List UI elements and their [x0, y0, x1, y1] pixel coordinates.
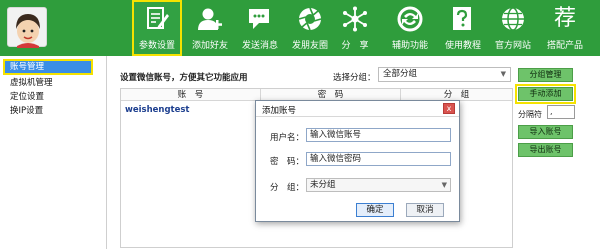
- add-account-dialog: 添加账号 x 用户名： 输入微信账号 密 码： 输入微信密码 分 组： 未分组 …: [255, 100, 460, 222]
- toolbar-send-message[interactable]: 发送消息: [237, 0, 283, 56]
- globe-icon: [502, 7, 524, 31]
- tree-item-location-settings[interactable]: 定位设置: [0, 90, 106, 104]
- toolbar-label: 发朋友圈: [291, 41, 328, 51]
- tree-item-account-management[interactable]: 账号管理: [3, 59, 93, 75]
- username-label: 用户名：: [270, 133, 305, 143]
- column-header-account[interactable]: 账 号: [121, 89, 261, 101]
- close-icon[interactable]: x: [443, 103, 455, 114]
- toolbar-params-settings[interactable]: 参数设置: [132, 0, 182, 56]
- separator-label: 分隔符: [518, 110, 542, 119]
- chevron-down-icon: ▼: [500, 70, 506, 78]
- cancel-button[interactable]: 取消: [406, 203, 444, 217]
- toolbar-share[interactable]: 分 享: [335, 0, 375, 56]
- left-tree: 账号管理 虚拟机管理 定位设置 换IP设置: [0, 56, 107, 249]
- group-label: 分 组：: [270, 183, 305, 193]
- manual-add-button[interactable]: 手动添加: [515, 84, 576, 104]
- top-toolbar: 参数设置 添加好友 发送消息 发朋友圈 分 享 辅助功能 使用教程 官方网站 荐…: [0, 0, 600, 56]
- group-filter-value: 全部分组: [383, 69, 418, 79]
- toolbar-assist-functions[interactable]: 辅助功能: [386, 0, 434, 56]
- export-accounts-button[interactable]: 导出账号: [518, 143, 573, 157]
- document-pencil-icon: [147, 7, 169, 29]
- ok-button[interactable]: 确定: [356, 203, 394, 217]
- toolbar-label: 参数设置: [138, 41, 175, 51]
- group-manage-button[interactable]: 分组管理: [518, 68, 573, 82]
- toolbar-bundled-products[interactable]: 荐 搭配产品: [540, 0, 590, 56]
- toolbar-post-moments[interactable]: 发朋友圈: [287, 0, 333, 56]
- dialog-title-bar[interactable]: 添加账号 x: [256, 101, 459, 117]
- add-user-icon: [198, 8, 222, 30]
- group-select-value: 未分组: [310, 180, 336, 190]
- toolbar-add-friend[interactable]: 添加好友: [187, 0, 233, 56]
- share-network-icon: [343, 6, 367, 32]
- import-accounts-button[interactable]: 导入账号: [518, 125, 573, 139]
- tree-item-vm-management[interactable]: 虚拟机管理: [0, 76, 106, 90]
- dialog-title: 添加账号: [262, 106, 297, 116]
- toolbar-label: 官方网站: [494, 41, 531, 51]
- group-filter-select[interactable]: 全部分组 ▼: [378, 67, 511, 82]
- table-row-account[interactable]: weishengtest: [125, 105, 190, 115]
- toolbar-label: 发送消息: [241, 41, 278, 51]
- password-label: 密 码：: [270, 157, 305, 167]
- user-avatar-icon: [16, 14, 40, 48]
- page-hint: 设置微信账号，方便其它功能应用: [120, 73, 248, 83]
- toolbar-label: 添加好友: [191, 41, 228, 51]
- password-field[interactable]: 输入微信密码: [306, 152, 451, 166]
- chevron-down-icon: ▼: [441, 181, 447, 189]
- toolbar-label: 使用教程: [444, 41, 481, 51]
- logo-character-icon: 荐: [553, 6, 577, 31]
- help-question-icon: [453, 7, 471, 30]
- toolbar-official-site[interactable]: 官方网站: [490, 0, 536, 56]
- toolbar-label: 搭配产品: [546, 41, 583, 51]
- group-filter-label: 选择分组：: [333, 73, 376, 83]
- username-field[interactable]: 输入微信账号: [306, 128, 451, 142]
- toolbar-tutorial[interactable]: 使用教程: [440, 0, 486, 56]
- chat-bubble-icon: [249, 9, 269, 29]
- avatar[interactable]: [7, 7, 47, 48]
- toolbar-label: 分 享: [341, 41, 369, 51]
- separator-input[interactable]: ,: [547, 105, 575, 119]
- tree-item-ip-settings[interactable]: 换IP设置: [0, 104, 106, 118]
- camera-shutter-icon: [298, 7, 322, 31]
- recycle-icon: [397, 6, 423, 32]
- toolbar-label: 辅助功能: [391, 41, 428, 51]
- group-select[interactable]: 未分组 ▼: [306, 178, 451, 192]
